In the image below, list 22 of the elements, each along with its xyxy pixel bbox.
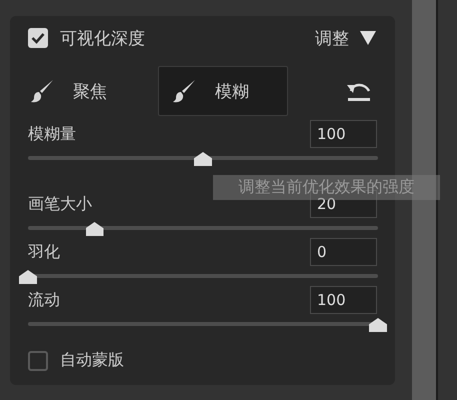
brush-icon [171, 78, 197, 104]
slider-thumb[interactable] [86, 222, 104, 236]
slider-label: 模糊量 [28, 124, 76, 144]
value-input[interactable]: 100 [310, 120, 377, 148]
check-icon [31, 32, 45, 44]
slider-thumb[interactable] [194, 152, 212, 166]
value-input[interactable]: 100 [310, 286, 377, 314]
slider-label: 羽化 [28, 242, 60, 262]
value-input[interactable]: 0 [310, 238, 377, 266]
adjust-menu[interactable]: 调整 [315, 26, 377, 50]
brush-tab[interactable]: 模糊 [158, 66, 288, 116]
checkbox[interactable] [28, 350, 48, 370]
dropdown-icon [359, 30, 377, 46]
slider-label: 流动 [28, 290, 60, 310]
section-title: 可视化深度 [60, 28, 146, 50]
brush-tab[interactable]: 聚焦 [28, 66, 158, 116]
checkbox-label: 自动蒙版 [60, 350, 124, 371]
slider-thumb[interactable] [369, 318, 387, 332]
slider-thumb[interactable] [19, 270, 37, 284]
slider-label: 画笔大小 [28, 194, 92, 214]
checkbox[interactable] [28, 28, 48, 48]
brush-icon [29, 78, 55, 104]
